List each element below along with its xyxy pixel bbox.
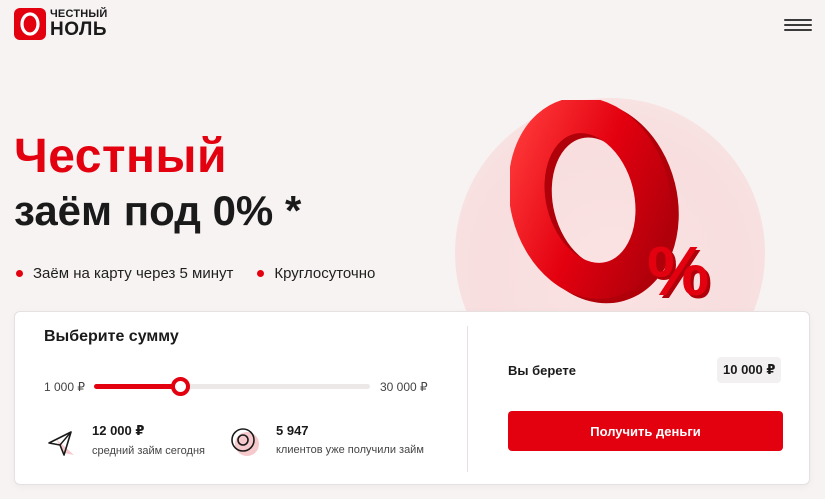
take-amount-label: Вы берете — [508, 363, 576, 378]
feature-label: Заём на карту через 5 минут — [33, 265, 234, 282]
hamburger-menu-icon[interactable] — [784, 17, 812, 33]
feature-label: Круглосуточно — [274, 265, 376, 282]
take-amount-value: 10 000 ₽ — [717, 357, 782, 383]
loan-calculator-card: Выберите сумму 1 000 ₽ 30 000 ₽ 12 000 ₽… — [14, 311, 810, 485]
slider-min-label: 1 000 ₽ — [44, 380, 85, 394]
hero-title-line-2: заём под 0% * — [14, 187, 302, 234]
bullet-dot-icon — [257, 270, 265, 277]
logo[interactable]: ЧЕСТНЫЙ НОЛЬ — [14, 8, 107, 40]
stat-average-loan: 12 000 ₽ средний займ сегодня — [44, 423, 205, 459]
hero-title-line-1: Честный — [14, 130, 227, 183]
calculator-title: Выберите сумму — [44, 328, 179, 345]
get-money-button[interactable]: Получить деньги — [508, 411, 783, 451]
hero-title: Честный заём под 0% * — [14, 130, 301, 238]
stat-value: 12 000 ₽ — [92, 423, 145, 438]
paper-plane-icon — [44, 425, 78, 459]
stat-label: клиентов уже получили займ — [276, 444, 424, 456]
slider-max-label: 30 000 ₽ — [380, 380, 428, 394]
stat-label: средний займ сегодня — [92, 445, 205, 457]
logo-text: ЧЕСТНЫЙ НОЛЬ — [50, 9, 108, 40]
feature-list: Заём на карту через 5 минут Круглосуточн… — [16, 265, 375, 282]
zero-percent-graphic: % % — [508, 97, 730, 313]
slider-thumb[interactable] — [170, 377, 190, 396]
card-divider — [467, 326, 468, 472]
coin-icon — [228, 425, 262, 459]
bullet-dot-icon — [16, 270, 23, 277]
feature-item: Заём на карту через 5 минут — [16, 265, 233, 282]
logo-line-2: НОЛЬ — [50, 19, 108, 40]
amount-slider[interactable] — [94, 377, 370, 396]
percent-glyph: % — [647, 232, 709, 310]
stat-clients-count: 5 947 клиентов уже получили займ — [228, 423, 424, 459]
slider-fill — [94, 384, 180, 389]
feature-item: Круглосуточно — [257, 265, 375, 282]
logo-mark-icon — [14, 8, 46, 40]
stat-value: 5 947 — [276, 423, 309, 438]
